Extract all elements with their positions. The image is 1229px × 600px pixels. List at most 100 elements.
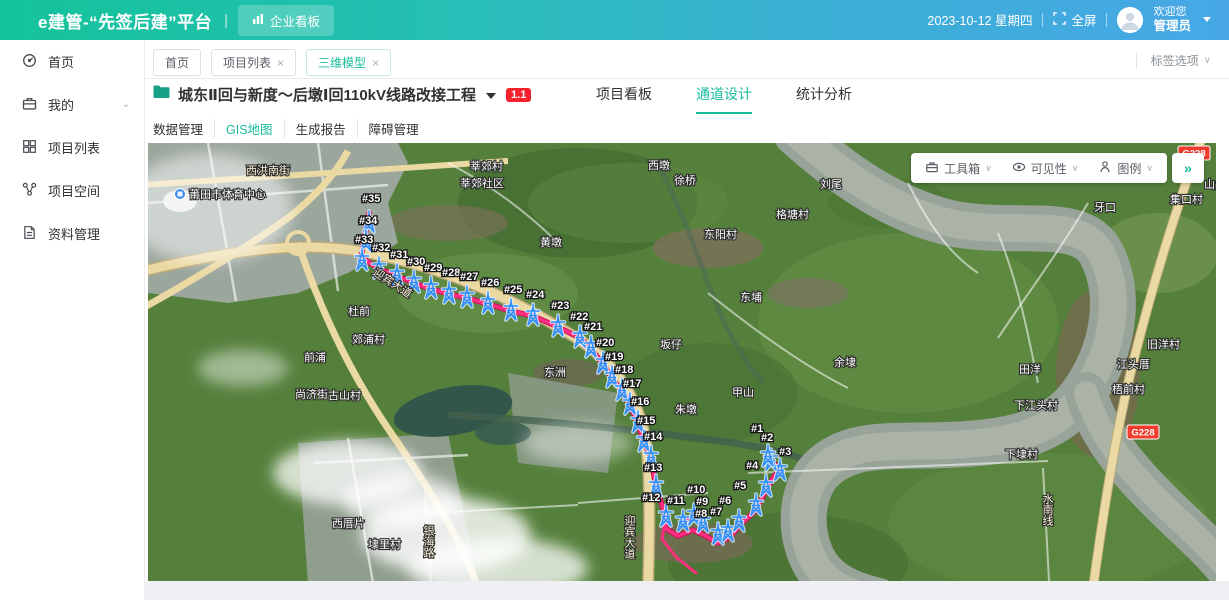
subtab-obstacle-management[interactable]: 障碍管理 [357, 119, 430, 138]
map-label: 田洋 [1019, 362, 1041, 376]
tower-number-label: #13 [644, 462, 662, 474]
tower-number-label: #35 [362, 193, 380, 205]
tower-number-label: #7 [710, 506, 722, 518]
map-label: 旧洋村 [1147, 337, 1180, 351]
map-label: 莘郊村 [470, 159, 503, 173]
visibility-dropdown[interactable]: 可见性 ∨ [1002, 160, 1089, 177]
poi-glyph [178, 192, 183, 197]
legend-icon [1098, 160, 1112, 177]
project-title: 城东Ⅱ回与新度～后墩Ⅰ回110kV线路改接工程 [178, 84, 476, 105]
project-header: 城东Ⅱ回与新度～后墩Ⅰ回110kV线路改接工程 1.1 [153, 84, 531, 105]
map-label: 西厝片 [332, 517, 365, 530]
project-caret-down-icon[interactable] [486, 93, 496, 99]
user-block[interactable]: 欢迎您 管理员 [1153, 6, 1191, 33]
map-label: 银海路 [422, 524, 435, 559]
tower-number-label: #15 [637, 415, 655, 427]
tower-number-label: #14 [644, 431, 663, 443]
map-label: 西墩 [648, 158, 670, 172]
app-header: e建管-“先签后建”平台 | 企业看板 2023-10-12 星期四 全屏 欢迎… [0, 0, 1229, 40]
sidebar-item-label: 资料管理 [48, 224, 100, 243]
tab-statistics[interactable]: 统计分析 [796, 84, 852, 114]
subtab-generate-report[interactable]: 生成报告 [284, 119, 357, 138]
subtab-gis-map[interactable]: GIS地图 [214, 119, 284, 138]
bar-chart-icon [252, 13, 264, 28]
crumb-label: 首页 [165, 54, 189, 71]
chevron-down-icon: ∨ [1072, 163, 1079, 174]
toolbox-dropdown[interactable]: 工具箱 ∨ [915, 160, 1002, 177]
tower-number-label: #5 [734, 480, 746, 492]
crumb-label: 三维模型 [318, 54, 366, 71]
map-label: 梧前村 [1112, 382, 1145, 396]
tower-number-label: #27 [460, 271, 478, 283]
eye-icon [1012, 160, 1026, 177]
tower-number-label: #18 [615, 364, 633, 376]
tower-number-label: #19 [605, 351, 623, 363]
crumb-label: 项目列表 [223, 54, 271, 71]
map-label: 迎宾大道 [623, 515, 636, 559]
toolbox-label: 工具箱 [944, 160, 980, 177]
crumb-tab-project-list[interactable]: 项目列表 × [211, 49, 296, 76]
sidebar-item-project-space[interactable]: 项目空间 [0, 169, 144, 212]
tower-number-label: #32 [372, 242, 390, 254]
map-label: 山头 [1204, 178, 1216, 191]
app-window: e建管-“先签后建”平台 | 企业看板 2023-10-12 星期四 全屏 欢迎… [0, 0, 1229, 600]
subtab-data-management[interactable]: 数据管理 [153, 119, 214, 138]
tab-project-board[interactable]: 项目看板 [596, 84, 652, 114]
enterprise-dashboard-button[interactable]: 企业看板 [238, 5, 334, 36]
folder-icon [153, 85, 170, 104]
chevron-down-icon: ∨ [1146, 163, 1153, 174]
welcome-text: 欢迎您 [1153, 6, 1191, 19]
highway-badge: G228 [1127, 425, 1159, 439]
chevron-down-icon: ∨ [1204, 55, 1211, 66]
header-date: 2023-10-12 星期四 [928, 10, 1033, 29]
tag-options-dropdown[interactable]: 标签选项 ∨ [1136, 52, 1211, 69]
map-label: 古山村 [328, 388, 361, 402]
map-label: 下江头村 [1014, 398, 1058, 412]
avatar[interactable] [1117, 7, 1143, 33]
user-caret-down-icon [1203, 17, 1211, 22]
map-label: 西洪南街 [246, 163, 290, 177]
tower-number-label: #1 [751, 423, 763, 435]
map-label: 东埔 [740, 291, 762, 304]
header-divider [1106, 13, 1107, 27]
legend-label: 图例 [1117, 160, 1141, 177]
sub-tabs: 数据管理 GIS地图 生成报告 障碍管理 [153, 119, 430, 138]
close-icon[interactable]: × [372, 56, 379, 70]
crumb-tab-home[interactable]: 首页 [153, 49, 201, 76]
app-title: e建管-“先签后建”平台 [38, 8, 212, 33]
svg-text:G228: G228 [1131, 428, 1154, 439]
map-label: 莘郊社区 [460, 176, 504, 190]
gis-map[interactable]: #35#34#33#32#31#30#29#28#27#26#25#24#23#… [148, 143, 1216, 581]
fullscreen-button[interactable]: 全屏 [1053, 10, 1096, 29]
close-icon[interactable]: × [277, 56, 284, 70]
tower-number-label: #3 [779, 446, 791, 458]
sidebar-item-project-list[interactable]: 项目列表 [0, 126, 144, 169]
legend-dropdown[interactable]: 图例 ∨ [1088, 160, 1163, 177]
map-label: 集口村 [1170, 192, 1203, 206]
tower-number-label: #23 [551, 300, 569, 312]
main-tabs: 项目看板 通道设计 统计分析 [596, 84, 852, 114]
enterprise-dashboard-label: 企业看板 [270, 11, 320, 30]
tab-channel-design[interactable]: 通道设计 [696, 84, 752, 114]
crumb-tab-3d-model[interactable]: 三维模型 × [306, 49, 391, 76]
tower-number-label: #4 [746, 460, 759, 472]
sidebar-item-label: 首页 [48, 52, 74, 71]
sidebar-item-mine[interactable]: 我的 ⌄ [0, 83, 144, 126]
satellite-map-canvas[interactable]: #35#34#33#32#31#30#29#28#27#26#25#24#23#… [148, 143, 1216, 581]
sidebar-item-data-management[interactable]: 资料管理 [0, 212, 144, 255]
map-label: 格塘村 [776, 207, 809, 221]
map-label: 朱墩 [675, 402, 697, 416]
map-label: 杜前 [348, 304, 370, 318]
sidebar-item-home[interactable]: 首页 [0, 40, 144, 83]
bottom-strip [145, 581, 1229, 600]
document-icon [22, 225, 37, 243]
map-label: 下埭村 [1005, 447, 1038, 461]
map-label: 牙口 [1094, 202, 1116, 214]
header-divider [1042, 13, 1043, 27]
map-label: 东洲 [544, 366, 566, 379]
toolbox-icon [925, 160, 939, 177]
sidebar: 首页 我的 ⌄ 项目列表 项目空间 资料管理 [0, 40, 145, 600]
grid-list-icon [22, 139, 37, 157]
project-space-icon [22, 182, 37, 200]
toolbar-expand-button[interactable]: » [1172, 153, 1204, 183]
